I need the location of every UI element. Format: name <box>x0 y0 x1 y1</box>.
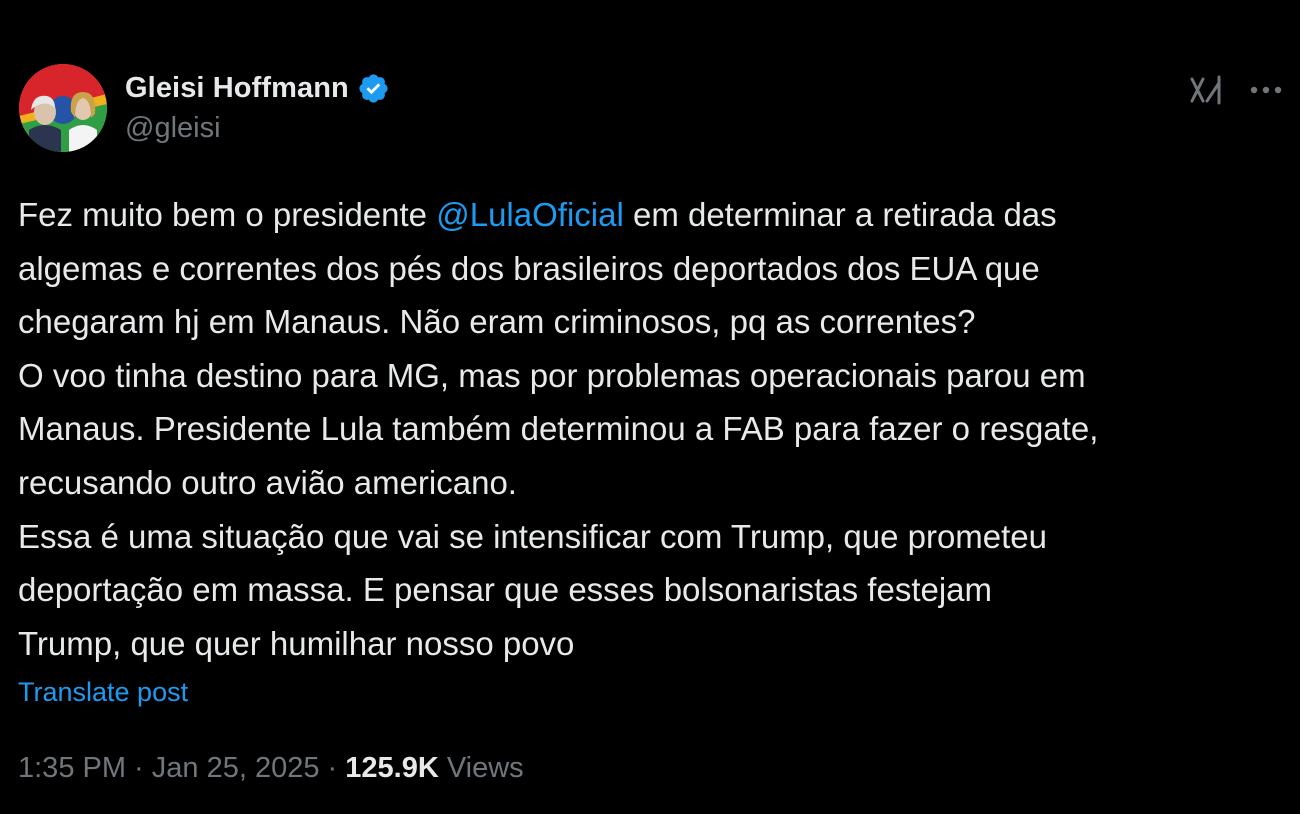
author-name-row: Gleisi Hoffmann <box>125 68 390 108</box>
mention-link[interactable]: @LulaOficial <box>436 196 624 233</box>
tweet-line: chegaram hj em Manaus. Não eram criminos… <box>18 303 976 341</box>
avatar[interactable] <box>19 64 107 152</box>
author-display-name[interactable]: Gleisi Hoffmann <box>125 72 349 105</box>
verified-badge-icon[interactable] <box>357 72 390 105</box>
tweet-line: Fez muito bem o presidente @LulaOficial … <box>18 188 1288 242</box>
tweet-text: Fez muito bem o presidente @LulaOficial … <box>18 188 1288 670</box>
grok-button[interactable] <box>1186 72 1226 108</box>
tweet-meta: 1:35 PM · Jan 25, 2025 · 125.9K Views <box>18 752 524 785</box>
tweet-line: recusando outro avião americano. <box>18 463 517 501</box>
tweet-line: Trump, que quer humilhar nosso povo <box>18 624 575 662</box>
tweet-date[interactable]: Jan 25, 2025 <box>152 752 320 784</box>
views-count: 125.9K <box>345 752 439 784</box>
tweet-line: Manaus. Presidente Lula também determino… <box>18 410 1099 448</box>
tweet-text-segment: Fez muito bem o presidente <box>18 196 437 233</box>
grok-icon <box>1190 75 1221 105</box>
tweet-line: Essa é uma situação que vai se intensifi… <box>18 517 1048 555</box>
tweet-line: O voo tinha destino para MG, mas por pro… <box>18 356 1086 394</box>
tweet-line: deportação em massa. E pensar que esses … <box>18 571 993 609</box>
views-label: Views <box>438 752 524 784</box>
meta-separator: · <box>126 752 152 784</box>
author-handle[interactable]: @gleisi <box>125 112 221 145</box>
tweet-text-segment: em determinar a retirada das <box>623 196 1057 233</box>
translate-post-link[interactable]: Translate post <box>18 677 188 708</box>
tweet-time[interactable]: 1:35 PM <box>18 752 126 784</box>
avatar-image <box>19 64 107 152</box>
more-options-icon <box>1250 86 1282 94</box>
meta-separator: · <box>319 752 346 784</box>
more-options-button[interactable] <box>1244 72 1288 108</box>
tweet-line: algemas e correntes dos pés dos brasilei… <box>18 249 1040 287</box>
